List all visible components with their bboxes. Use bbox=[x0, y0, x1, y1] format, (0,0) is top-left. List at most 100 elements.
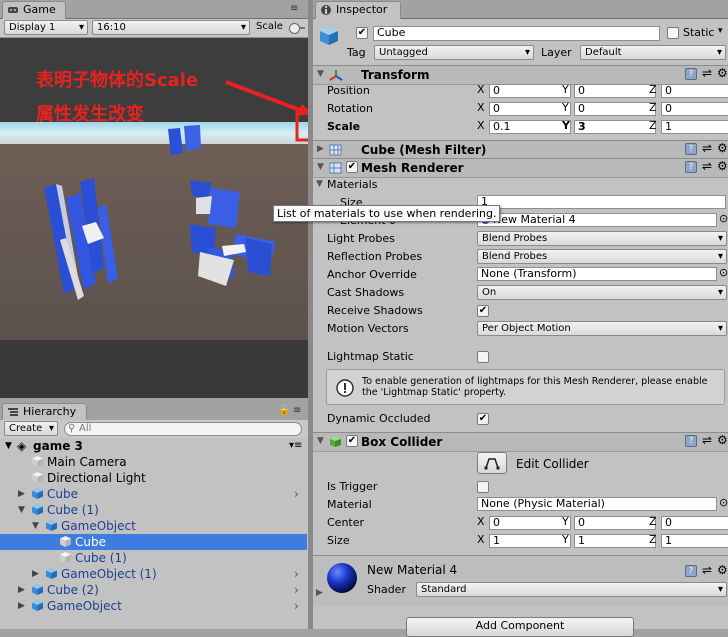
fold-arrow-icon[interactable]: ▼ bbox=[317, 69, 324, 79]
object-picker-icon[interactable]: ⊙ bbox=[719, 496, 728, 509]
rotation-z-axis-label[interactable]: Z bbox=[649, 101, 657, 114]
mesh-renderer-enabled-checkbox[interactable]: ✔ bbox=[346, 161, 358, 173]
layer-dropdown[interactable]: Default bbox=[580, 45, 726, 60]
static-dropdown-icon[interactable]: ▾ bbox=[718, 26, 723, 36]
reflection-probes-dropdown[interactable]: Blend Probes bbox=[477, 249, 727, 264]
materials-size-field[interactable]: 1 bbox=[477, 195, 726, 209]
center-y-field[interactable]: 0 bbox=[574, 516, 656, 530]
hierarchy-search-input[interactable]: ⚲ All bbox=[64, 422, 302, 436]
static-checkbox[interactable] bbox=[667, 27, 679, 39]
hierarchy-item[interactable]: ▶ Cube › bbox=[0, 486, 307, 502]
materials-fold-icon[interactable]: ▼ bbox=[316, 179, 323, 189]
shader-dropdown[interactable]: Standard bbox=[416, 582, 727, 597]
collapse-arrow-icon[interactable]: ▶ bbox=[32, 566, 39, 582]
hierarchy-item[interactable]: ▶ GameObject (1) › bbox=[0, 566, 307, 582]
hierarchy-item[interactable]: Main Camera bbox=[0, 454, 307, 470]
hierarchy-item[interactable]: ▼ Cube (1) bbox=[0, 502, 307, 518]
hierarchy-menu-icon[interactable]: ≡ bbox=[293, 405, 301, 416]
hierarchy-tab[interactable]: Hierarchy bbox=[2, 403, 87, 421]
gear-icon[interactable]: ⚙ bbox=[717, 159, 728, 173]
cast-shadows-dropdown[interactable]: On bbox=[477, 285, 727, 300]
hierarchy-item[interactable]: ▼ GameObject bbox=[0, 518, 307, 534]
expand-arrow-icon[interactable]: ▼ bbox=[5, 438, 12, 454]
collapse-arrow-icon[interactable]: ▶ bbox=[18, 582, 25, 598]
rotation-x-axis-label[interactable]: X bbox=[477, 101, 485, 114]
object-picker-icon[interactable]: ⊙ bbox=[719, 266, 728, 279]
position-y-axis-label[interactable]: Y bbox=[562, 83, 569, 96]
help-icon[interactable]: ? bbox=[685, 565, 697, 577]
center-x-field[interactable]: 0 bbox=[489, 516, 571, 530]
center-y-axis-label[interactable]: Y bbox=[562, 515, 569, 528]
help-icon[interactable]: ? bbox=[685, 68, 697, 80]
position-z-field[interactable]: 0 bbox=[661, 84, 728, 98]
gear-icon[interactable]: ⚙ bbox=[717, 141, 728, 155]
rotation-z-field[interactable]: 0 bbox=[661, 102, 728, 116]
mesh-filter-header[interactable]: ▶ Cube (Mesh Filter) bbox=[313, 140, 728, 160]
hierarchy-item[interactable]: Cube (1) bbox=[0, 550, 307, 566]
preset-icon[interactable]: ⇌ bbox=[702, 159, 712, 173]
chevron-right-icon[interactable]: › bbox=[294, 582, 299, 598]
transform-header[interactable]: ▼ Transform bbox=[313, 65, 728, 85]
position-y-field[interactable]: 0 bbox=[574, 84, 656, 98]
receive-shadows-checkbox[interactable]: ✔ bbox=[477, 305, 489, 317]
element-0-field[interactable]: New Material 4 bbox=[477, 213, 717, 227]
preset-icon[interactable]: ⇌ bbox=[702, 563, 712, 577]
hierarchy-item[interactable]: ▶ Cube (2) › bbox=[0, 582, 307, 598]
rotation-x-field[interactable]: 0 bbox=[489, 102, 571, 116]
scene-menu-icon[interactable]: ▾≡ bbox=[289, 438, 302, 454]
help-icon[interactable]: ? bbox=[685, 435, 697, 447]
chevron-right-icon[interactable]: › bbox=[294, 486, 299, 502]
rotation-y-field[interactable]: 0 bbox=[574, 102, 656, 116]
collider-size-z-field[interactable]: 1 bbox=[661, 534, 728, 548]
dynamic-occluded-checkbox[interactable]: ✔ bbox=[477, 413, 489, 425]
hierarchy-item[interactable]: ▶ GameObject › bbox=[0, 598, 307, 614]
collider-size-y-axis-label[interactable]: Y bbox=[562, 533, 569, 546]
center-z-field[interactable]: 0 bbox=[661, 516, 728, 530]
expand-arrow-icon[interactable]: ▼ bbox=[18, 502, 25, 518]
is-trigger-checkbox[interactable] bbox=[477, 481, 489, 493]
hierarchy-item[interactable]: Cube bbox=[0, 534, 307, 550]
hierarchy-item[interactable]: Directional Light bbox=[0, 470, 307, 486]
fold-arrow-icon[interactable]: ▶ bbox=[317, 144, 324, 154]
box-collider-enabled-checkbox[interactable]: ✔ bbox=[346, 435, 358, 447]
scale-y-field[interactable]: 3 bbox=[574, 120, 656, 134]
edit-collider-button[interactable] bbox=[477, 452, 507, 474]
object-name-field[interactable]: Cube bbox=[373, 26, 660, 41]
scale-y-axis-label[interactable]: Y bbox=[562, 119, 570, 132]
position-x-field[interactable]: 0 bbox=[489, 84, 571, 98]
active-checkbox[interactable]: ✔ bbox=[356, 27, 368, 39]
scale-x-axis-label[interactable]: X bbox=[477, 119, 485, 132]
chevron-right-icon[interactable]: › bbox=[294, 598, 299, 614]
fold-arrow-icon[interactable]: ▼ bbox=[317, 162, 324, 172]
gear-icon[interactable]: ⚙ bbox=[717, 433, 728, 447]
preset-icon[interactable]: ⇌ bbox=[702, 141, 712, 155]
light-probes-dropdown[interactable]: Blend Probes bbox=[477, 231, 727, 246]
collider-size-x-field[interactable]: 1 bbox=[489, 534, 571, 548]
material-fold-icon[interactable]: ▶ bbox=[316, 588, 323, 598]
scale-z-field[interactable]: 1 bbox=[661, 120, 728, 134]
preset-icon[interactable]: ⇌ bbox=[702, 66, 712, 80]
collider-size-x-axis-label[interactable]: X bbox=[477, 533, 485, 546]
scale-z-axis-label[interactable]: Z bbox=[649, 119, 657, 132]
collider-size-z-axis-label[interactable]: Z bbox=[649, 533, 657, 546]
collapse-arrow-icon[interactable]: ▶ bbox=[18, 486, 25, 502]
gear-icon[interactable]: ⚙ bbox=[717, 66, 728, 80]
preset-icon[interactable]: ⇌ bbox=[702, 433, 712, 447]
scale-x-field[interactable]: 0.1 bbox=[489, 120, 571, 134]
collider-material-field[interactable]: None (Physic Material) bbox=[477, 497, 717, 511]
center-z-axis-label[interactable]: Z bbox=[649, 515, 657, 528]
mesh-renderer-header[interactable]: ▼ ✔ Mesh Renderer bbox=[313, 158, 728, 178]
inspector-tab[interactable]: Inspector bbox=[315, 1, 401, 19]
lock-icon[interactable]: 🔒 bbox=[278, 405, 290, 416]
create-dropdown[interactable]: Create bbox=[4, 421, 58, 436]
center-x-axis-label[interactable]: X bbox=[477, 515, 485, 528]
expand-arrow-icon[interactable]: ▼ bbox=[32, 518, 39, 534]
object-picker-icon[interactable]: ⊙ bbox=[719, 212, 728, 225]
motion-vectors-dropdown[interactable]: Per Object Motion bbox=[477, 321, 727, 336]
collider-size-y-field[interactable]: 1 bbox=[574, 534, 656, 548]
lightmap-static-checkbox[interactable] bbox=[477, 351, 489, 363]
box-collider-header[interactable]: ▼ ✔ Box Collider bbox=[313, 432, 728, 452]
collapse-arrow-icon[interactable]: ▶ bbox=[18, 598, 25, 614]
position-x-axis-label[interactable]: X bbox=[477, 83, 485, 96]
anchor-override-field[interactable]: None (Transform) bbox=[477, 267, 717, 281]
